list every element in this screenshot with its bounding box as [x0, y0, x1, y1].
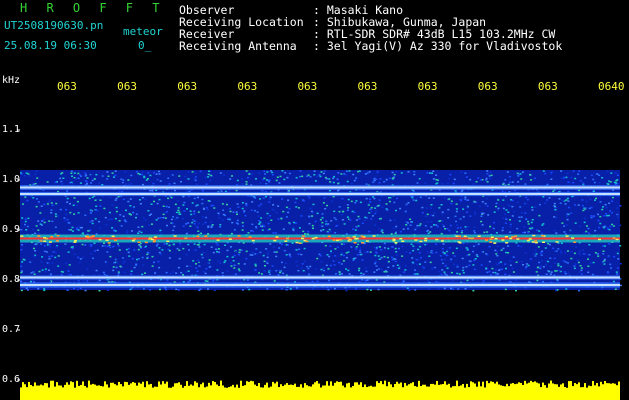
- y-axis-unit: kHz: [2, 75, 21, 86]
- amplitude-bar: [20, 380, 620, 400]
- y-tick-label: 1.1: [2, 124, 21, 135]
- x-tick-label: 063: [237, 80, 258, 93]
- x-tick-label: 063: [297, 80, 318, 93]
- y-tick-label: 0.8: [2, 274, 21, 285]
- count-label: 0_: [138, 39, 152, 52]
- antenna-label: Receiving Antenna: [179, 39, 297, 53]
- x-tick-label: 063: [357, 80, 378, 93]
- y-tick-label: 0.7: [2, 324, 21, 335]
- x-tick-label: 063: [117, 80, 137, 93]
- x-tick-label: 063: [177, 80, 198, 93]
- antenna-value: : 3el Yagi(V) Az 330 for Vladivostok: [313, 39, 563, 53]
- spectrogram-plot: [17, 129, 622, 400]
- mode-label: meteor: [123, 25, 163, 38]
- x-tick-label: 063: [417, 80, 438, 93]
- signal-line: [20, 185, 620, 190]
- signal-line: [20, 282, 620, 288]
- x-tick-label: 063: [57, 80, 77, 93]
- file-name: UT2508190630.pn: [4, 19, 104, 32]
- x-tick-label: 0640: [598, 80, 625, 93]
- spectrogram-screen: H R O F F T UT2508190630.pn meteor 25.08…: [0, 0, 629, 400]
- signal-line: [20, 191, 620, 197]
- app-title: H R O F F T: [20, 1, 166, 15]
- y-tick-label: 1.0: [2, 174, 21, 185]
- x-tick-label: 063: [537, 80, 558, 93]
- y-tick-label: 0.6: [2, 374, 21, 385]
- date-time: 25.08.19 06:30: [4, 39, 97, 52]
- x-tick-label: 063: [477, 80, 498, 93]
- y-tick-label: 0.9: [2, 224, 21, 235]
- signal-line: [20, 275, 620, 280]
